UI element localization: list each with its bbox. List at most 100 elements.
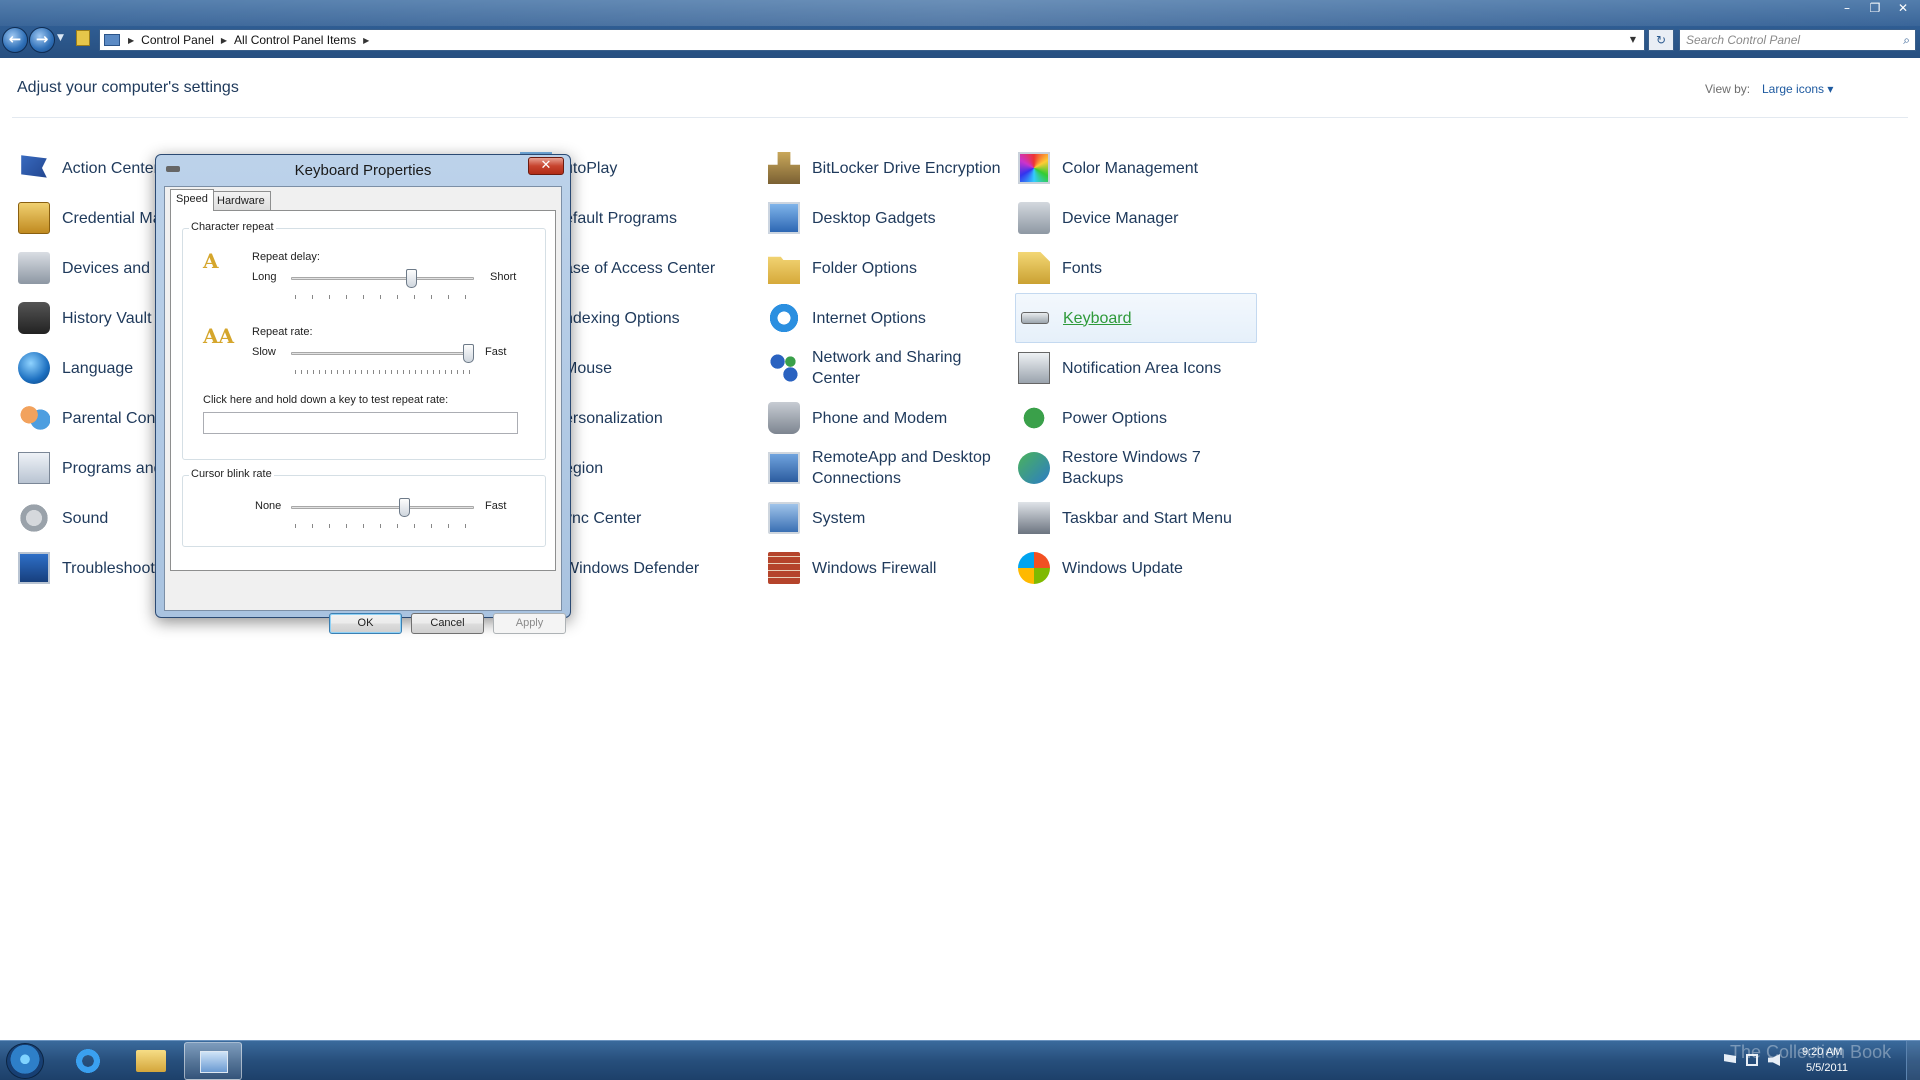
item-windows-firewall[interactable]: Windows Firewall	[768, 545, 936, 591]
people-icon	[18, 402, 50, 434]
item-troubleshooting[interactable]: Troubleshooti	[18, 545, 158, 591]
view-by-label: View by:	[1705, 82, 1751, 96]
item-bitlocker[interactable]: BitLocker Drive Encryption	[768, 145, 1001, 191]
item-programs-and-features[interactable]: Programs and	[18, 445, 163, 491]
internet-explorer-icon	[74, 1048, 102, 1074]
tab-hardware[interactable]: Hardware	[211, 191, 271, 211]
view-by-dropdown[interactable]: Large icons ▾	[1762, 82, 1833, 96]
item-label: Windows Update	[1062, 559, 1183, 577]
dialog-close-button[interactable]: ✕	[528, 157, 564, 175]
item-color-management[interactable]: Color Management	[1018, 145, 1198, 191]
item-phone-modem[interactable]: Phone and Modem	[768, 395, 947, 441]
item-system[interactable]: System	[768, 495, 865, 541]
repeat-rate-label: Repeat rate:	[252, 326, 313, 338]
item-restore-backups[interactable]: Restore Windows 7 Backups	[1018, 445, 1258, 491]
item-parental-controls[interactable]: Parental Cont	[18, 395, 160, 441]
item-label: Desktop Gadgets	[812, 209, 936, 227]
item-label: ync Center	[564, 509, 642, 527]
item-notification-area[interactable]: Notification Area Icons	[1018, 345, 1221, 391]
item-devices-and-printers[interactable]: Devices and P	[18, 245, 165, 291]
cursor-blink-track[interactable]	[291, 506, 474, 509]
apply-button[interactable]: Apply	[493, 613, 566, 634]
back-button[interactable]: ←	[2, 27, 28, 53]
device-manager-icon	[1018, 202, 1050, 234]
item-label: Color Management	[1062, 159, 1199, 177]
item-network-sharing[interactable]: Network and Sharing Center	[768, 345, 1008, 391]
item-sound[interactable]: Sound	[18, 495, 108, 541]
item-language[interactable]: Language	[18, 345, 133, 391]
maximize-button[interactable]: ❐	[1862, 0, 1888, 16]
item-history-vault[interactable]: History Vault	[18, 295, 152, 341]
search-input[interactable]: Search Control Panel ⌕	[1679, 29, 1916, 51]
repeat-rate-ticks	[295, 370, 471, 374]
repeat-delay-slider-thumb[interactable]	[406, 269, 418, 288]
forward-button[interactable]: →	[29, 27, 55, 53]
repeat-delay-track[interactable]	[291, 277, 474, 280]
item-label: Programs and	[62, 459, 163, 477]
item-label: Sound	[62, 509, 109, 527]
ok-button[interactable]: OK	[329, 613, 402, 634]
flag-icon	[21, 155, 47, 178]
breadcrumb-arrow-icon[interactable]: ▶	[221, 36, 227, 45]
dialog-body: Speed Hardware Character repeat A Repeat…	[164, 186, 566, 634]
group-title: Character repeat	[189, 221, 276, 233]
printer-icon	[18, 252, 50, 284]
breadcrumb-arrow-icon[interactable]: ▶	[363, 36, 369, 45]
item-label: ndexing Options	[564, 309, 680, 327]
breadcrumb-all-items[interactable]: All Control Panel Items	[234, 33, 356, 47]
item-credential-manager[interactable]: Credential Ma	[18, 195, 162, 241]
taskbar-internet-explorer[interactable]	[60, 1042, 118, 1080]
item-device-manager[interactable]: Device Manager	[1018, 195, 1179, 241]
repeat-rate-track[interactable]	[291, 352, 474, 355]
item-windows-update[interactable]: Windows Update	[1018, 545, 1183, 591]
repeat-delay-ticks	[295, 295, 471, 299]
close-window-button[interactable]: ✕	[1890, 0, 1916, 16]
search-placeholder: Search Control Panel	[1686, 33, 1801, 47]
test-repeat-input[interactable]	[203, 412, 518, 434]
watermark-logo: The Collection Book	[1730, 1042, 1892, 1062]
taskbar-windows-explorer[interactable]	[122, 1042, 180, 1080]
minimize-button[interactable]: –	[1834, 0, 1860, 16]
item-label: Windows Firewall	[812, 559, 937, 577]
repeat-rate-min-label: Slow	[252, 346, 276, 358]
item-label: Language	[62, 359, 134, 377]
address-dropdown-icon[interactable]: ▼	[1630, 35, 1636, 44]
item-taskbar-start-menu[interactable]: Taskbar and Start Menu	[1018, 495, 1232, 541]
item-folder-options[interactable]: Folder Options	[768, 245, 917, 291]
window-controls: – ❐ ✕	[1834, 0, 1916, 16]
start-button[interactable]	[6, 1043, 44, 1079]
breadcrumb-arrow-icon[interactable]: ▶	[128, 36, 134, 45]
clock-date[interactable]: 5/5/2011	[1806, 1062, 1848, 1074]
taskbar-control-panel[interactable]	[184, 1042, 242, 1080]
repeat-delay-max-label: Short	[490, 271, 517, 283]
search-icon[interactable]: ⌕	[1903, 33, 1910, 48]
network-icon	[768, 352, 800, 384]
item-internet-options[interactable]: Internet Options	[768, 295, 926, 341]
show-desktop-button[interactable]	[1906, 1041, 1920, 1080]
item-keyboard[interactable]: Keyboard	[1015, 293, 1257, 343]
item-label: BitLocker Drive Encryption	[812, 159, 1001, 177]
item-label: Taskbar and Start Menu	[1062, 509, 1232, 527]
tab-speed[interactable]: Speed	[170, 189, 214, 211]
item-remoteapp[interactable]: RemoteApp and Desktop Connections	[768, 445, 1008, 491]
item-desktop-gadgets[interactable]: Desktop Gadgets	[768, 195, 936, 241]
item-label: System	[812, 509, 866, 527]
item-label: History Vault	[62, 309, 152, 327]
recent-pages-dropdown-icon[interactable]: ▼	[57, 33, 64, 43]
item-action-center[interactable]: Action Center	[18, 145, 159, 191]
dialog-title-bar[interactable]: Keyboard Properties ✕	[156, 155, 570, 183]
item-fonts[interactable]: Fonts	[1018, 245, 1102, 291]
folder-up-icon[interactable]	[76, 30, 90, 46]
troubleshooting-icon	[18, 552, 50, 584]
taskbar-icon	[1018, 502, 1050, 534]
item-label: Parental Cont	[62, 409, 160, 427]
item-power-options[interactable]: Power Options	[1018, 395, 1167, 441]
cursor-blink-slider-thumb[interactable]	[399, 498, 411, 517]
item-label: Device Manager	[1062, 209, 1179, 227]
control-panel-icon	[104, 34, 120, 46]
repeat-rate-slider-thumb[interactable]	[463, 344, 474, 363]
cancel-button[interactable]: Cancel	[411, 613, 484, 634]
address-bar[interactable]: ▶ Control Panel ▶ All Control Panel Item…	[99, 29, 1645, 51]
refresh-button[interactable]: ↻	[1648, 29, 1674, 51]
breadcrumb-control-panel[interactable]: Control Panel	[141, 33, 214, 47]
